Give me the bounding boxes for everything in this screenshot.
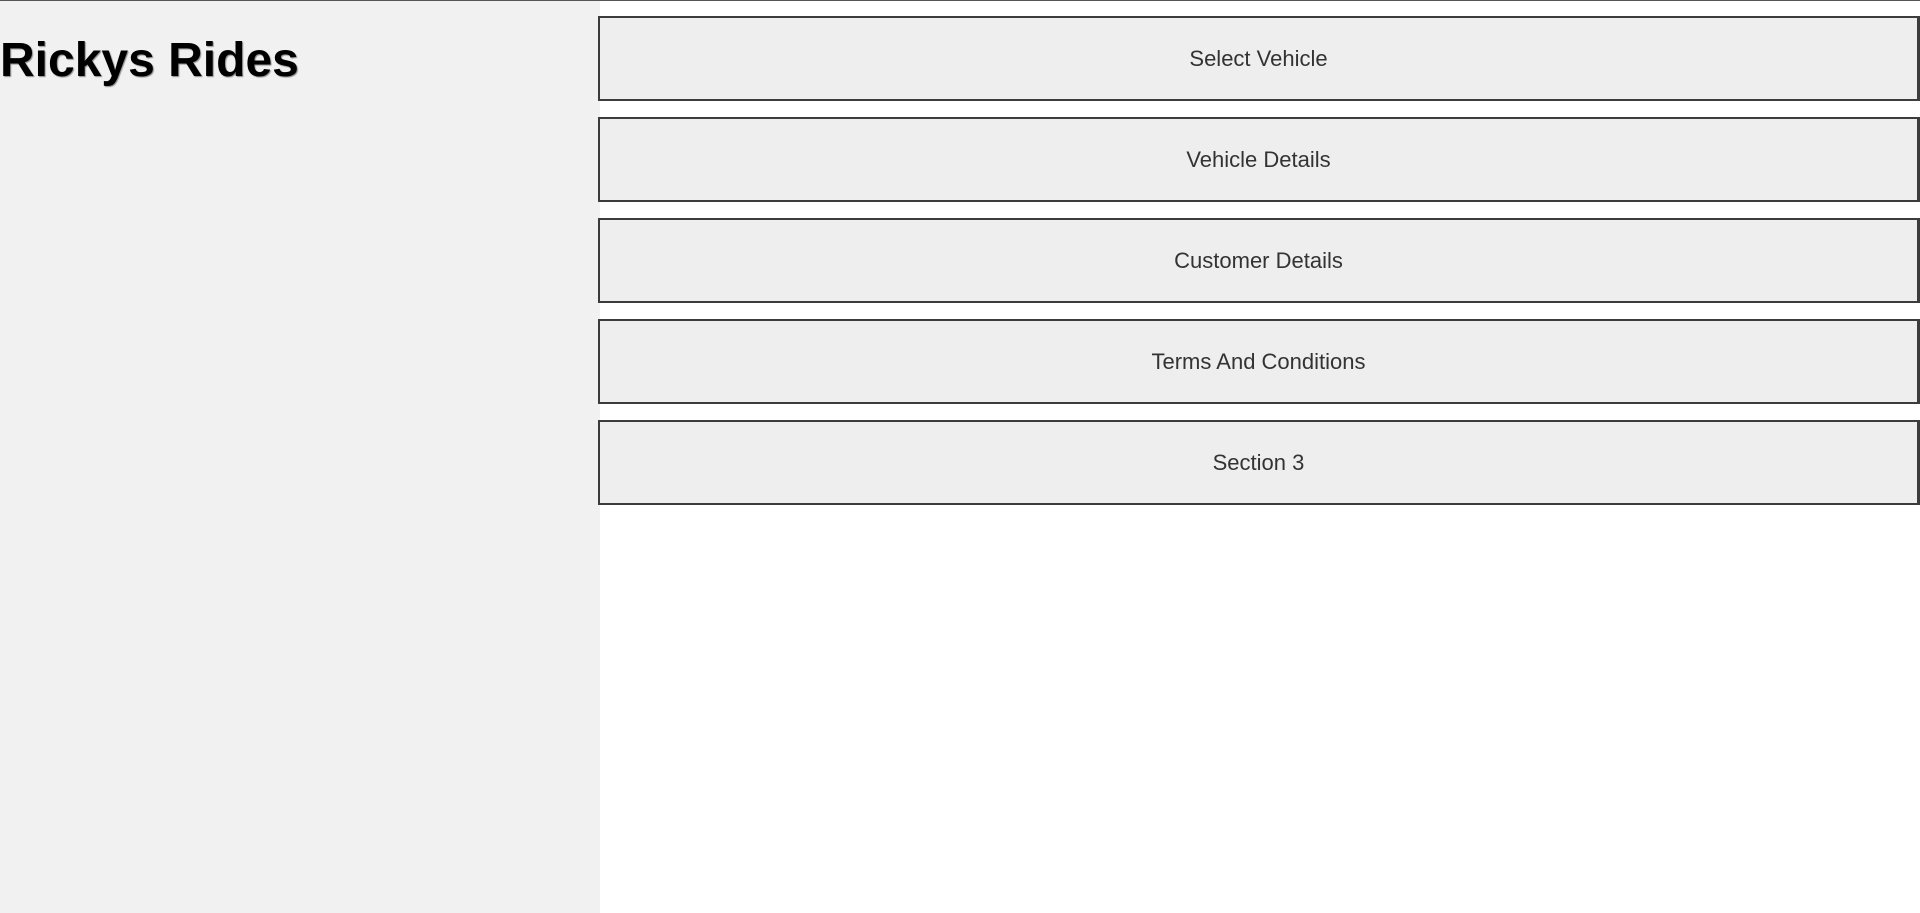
sidebar: Rickys Rides [0,1,600,913]
select-vehicle-button[interactable]: Select Vehicle [598,16,1920,101]
vehicle-details-button[interactable]: Vehicle Details [598,117,1920,202]
section-3-button[interactable]: Section 3 [598,420,1920,505]
brand-title: Rickys Rides [0,34,299,87]
section-list: Select Vehicle Vehicle Details Customer … [598,16,1920,521]
customer-details-button[interactable]: Customer Details [598,218,1920,303]
terms-and-conditions-button[interactable]: Terms And Conditions [598,319,1920,404]
